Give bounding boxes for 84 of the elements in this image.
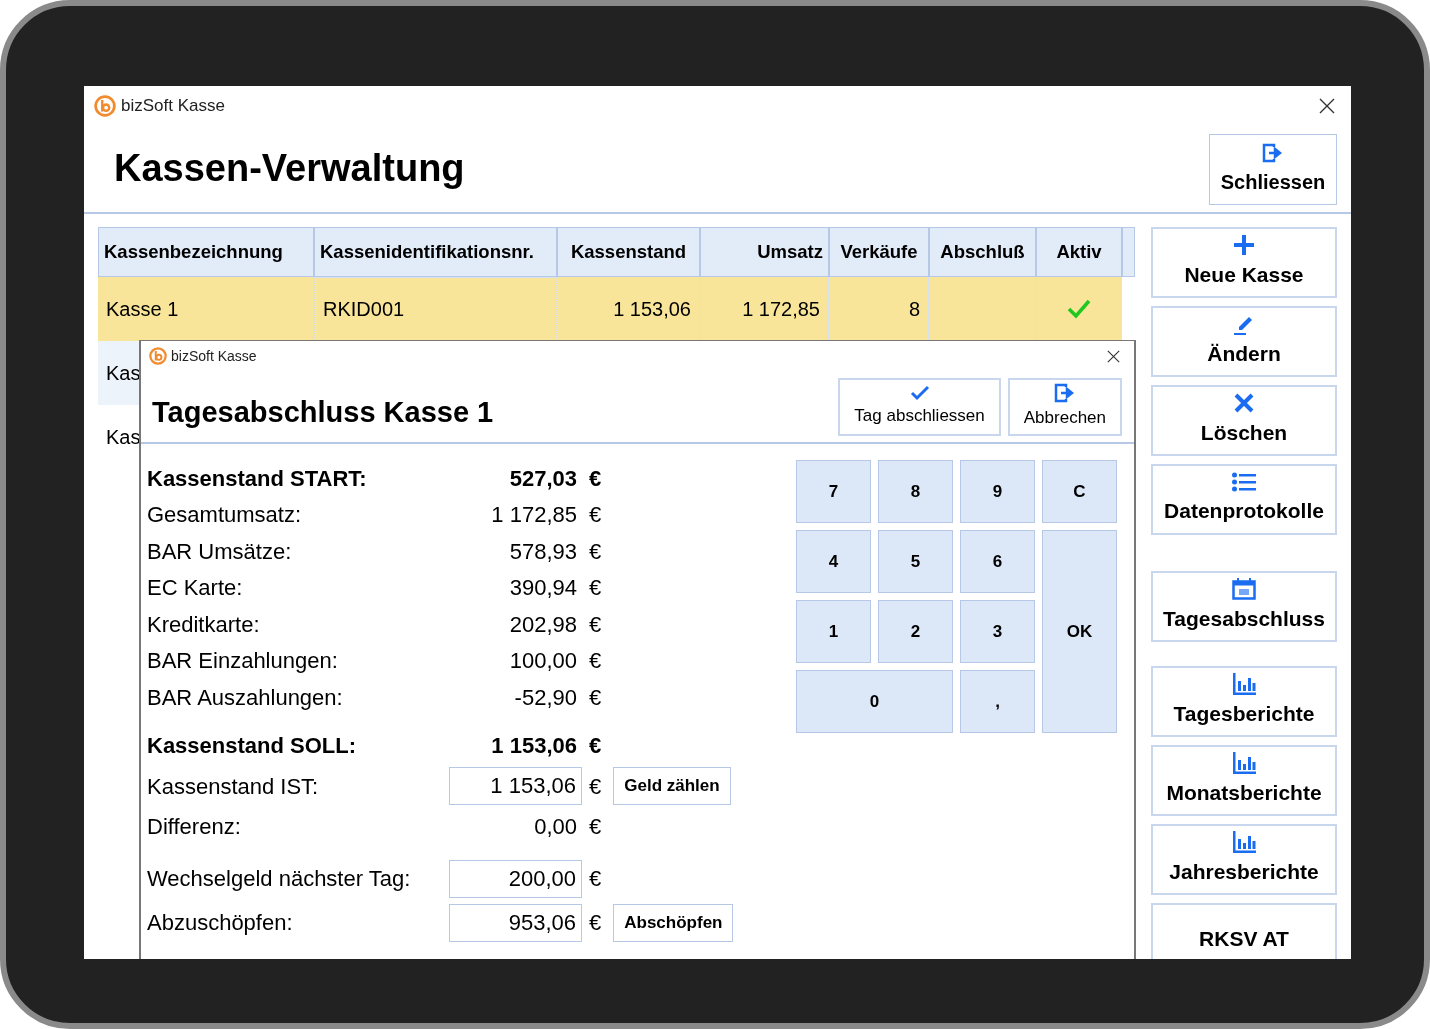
table-row[interactable]: Kasse 1 RKID001 1 153,06 1 172,85 8 <box>98 277 1122 341</box>
currency-label: € <box>589 812 602 841</box>
summary-value: 1 153,06 <box>490 732 578 761</box>
summary-label: Kassenstand SOLL: <box>147 732 358 761</box>
currency-label: € <box>589 865 602 893</box>
currency-label: € <box>589 610 602 639</box>
side-button[interactable]: Tagesabschluss <box>1151 571 1337 642</box>
side-button[interactable]: Neue Kasse <box>1151 227 1337 298</box>
summary-label: Kreditkarte: <box>147 610 261 639</box>
keypad-key[interactable]: 6 <box>960 530 1035 593</box>
summary-value: 527,03 <box>508 464 578 493</box>
action-button[interactable]: Abschöpfen <box>613 903 734 942</box>
side-button[interactable]: Löschen <box>1151 385 1337 456</box>
column-header[interactable]: Kassenidentifikationsnr. <box>314 227 557 277</box>
column-header[interactable]: Aktiv <box>1036 227 1122 277</box>
app-logo-icon <box>94 95 116 117</box>
side-button[interactable]: Datenprotokolle <box>1151 464 1337 535</box>
keypad-key[interactable]: 4 <box>796 530 871 593</box>
currency-label: € <box>589 732 602 761</box>
summary-value: -52,90 <box>513 683 578 712</box>
summary-label: Gesamtumsatz: <box>147 501 303 530</box>
close-page-button[interactable]: Schliessen <box>1209 134 1337 205</box>
dialog-title: bizSoft Kasse <box>171 346 257 366</box>
keypad-key[interactable]: 8 <box>878 460 953 523</box>
currency-label: € <box>589 574 602 603</box>
side-button[interactable]: Monatsberichte <box>1151 745 1337 816</box>
summary-label: BAR Umsätze: <box>147 537 293 566</box>
summary-label: Wechselgeld nächster Tag: <box>147 865 412 893</box>
keypad-key[interactable]: 2 <box>878 600 953 663</box>
cross-icon <box>1233 392 1255 415</box>
column-header[interactable]: Kassenbezeichnung <box>98 227 314 277</box>
side-button[interactable]: Tagesberichte <box>1151 666 1337 737</box>
keypad-key[interactable]: 1 <box>796 600 871 663</box>
summary-value: 390,94 <box>508 574 578 603</box>
summary-label: BAR Auszahlungen: <box>147 683 344 712</box>
summary-label: EC Karte: <box>147 574 244 603</box>
scrollbar-header <box>1122 227 1135 277</box>
column-header[interactable]: Kassenstand <box>557 227 700 277</box>
calendar-icon <box>1232 578 1256 601</box>
side-button[interactable]: RKSV AT <box>1151 903 1337 959</box>
currency-label: € <box>589 537 602 566</box>
window-title: bizSoft Kasse <box>121 95 225 118</box>
currency-label: € <box>589 501 602 530</box>
keypad-key[interactable]: 9 <box>960 460 1035 523</box>
keypad-key[interactable]: 3 <box>960 600 1035 663</box>
bar-chart-icon <box>1232 831 1256 854</box>
currency-label: € <box>589 464 602 493</box>
summary-value: 202,98 <box>508 610 578 639</box>
keypad-key[interactable]: 5 <box>878 530 953 593</box>
currency-label: € <box>589 772 602 801</box>
side-button[interactable]: Ändern <box>1151 306 1337 377</box>
column-header[interactable]: Verkäufe <box>829 227 929 277</box>
keypad-key[interactable]: 7 <box>796 460 871 523</box>
app-logo-icon <box>149 347 167 365</box>
amount-input[interactable]: 953,06 <box>449 903 582 942</box>
bar-chart-icon <box>1232 673 1256 696</box>
summary-value: 578,93 <box>508 537 578 566</box>
page-title: Kassen-Verwaltung <box>114 146 465 191</box>
currency-label: € <box>589 647 602 676</box>
summary-label: BAR Einzahlungen: <box>147 647 339 676</box>
column-header[interactable]: Abschluß <box>929 227 1036 277</box>
checkmark-icon <box>909 385 930 402</box>
column-header[interactable]: Umsatz <box>700 227 829 277</box>
keypad-key[interactable]: 0 <box>796 670 953 733</box>
action-button[interactable]: Geld zählen <box>613 767 731 805</box>
amount-input[interactable]: 1 153,06 <box>449 767 582 805</box>
keypad-key[interactable]: C <box>1042 460 1117 523</box>
summary-label: Kassenstand IST: <box>147 772 320 801</box>
amount-input[interactable]: 200,00 <box>449 859 582 898</box>
keypad-key[interactable]: OK <box>1042 530 1117 733</box>
keypad-key[interactable]: , <box>960 670 1035 733</box>
summary-value: 1 172,85 <box>490 501 578 530</box>
summary-value: 100,00 <box>508 647 578 676</box>
dialog-button[interactable]: Abbrechen <box>1007 378 1122 436</box>
side-button[interactable]: Jahresberichte <box>1151 824 1337 895</box>
currency-label: € <box>589 683 602 712</box>
plus-icon <box>1233 234 1255 257</box>
summary-label: Differenz: <box>147 812 242 841</box>
summary-label: Abzuschöpfen: <box>147 909 294 937</box>
list-icon <box>1232 472 1256 493</box>
bar-chart-icon <box>1232 752 1256 775</box>
summary-value: 0,00 <box>533 812 578 841</box>
currency-label: € <box>589 909 602 937</box>
dialog-button[interactable]: Tag abschliessen <box>838 378 1001 436</box>
